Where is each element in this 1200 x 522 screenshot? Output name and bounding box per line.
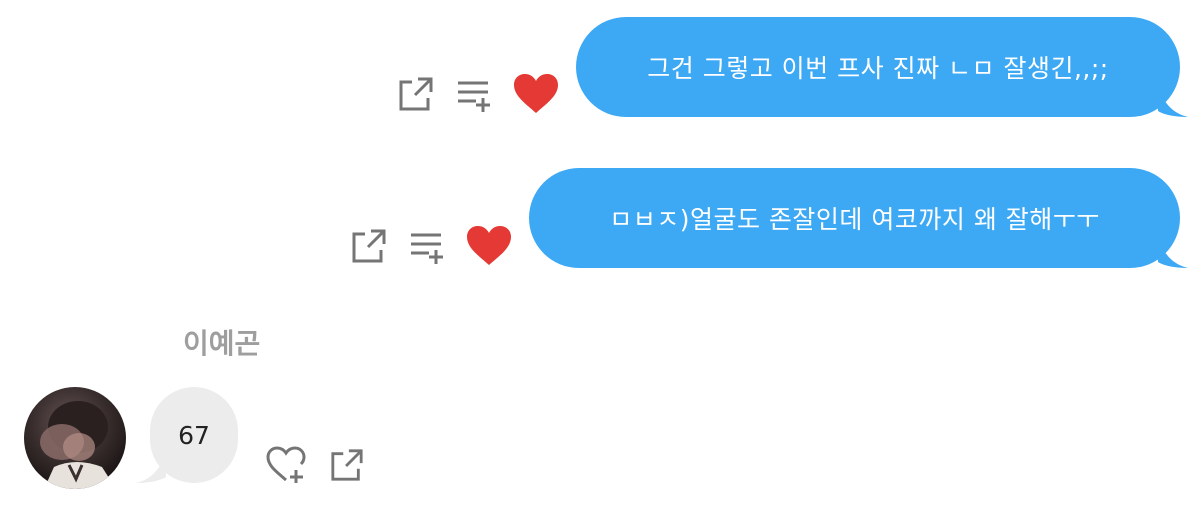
message-text: ㅁㅂㅈ)얼굴도 존잘인데 여코까지 왜 잘해ㅜㅜ — [609, 205, 1100, 234]
sender-name: 이예곤 — [183, 327, 261, 360]
add-to-playlist-icon[interactable] — [409, 228, 445, 264]
share-icon[interactable] — [398, 76, 434, 112]
heart-add-icon[interactable] — [266, 446, 306, 484]
message-actions-2 — [351, 226, 511, 266]
bubble-tail — [136, 453, 166, 483]
share-icon[interactable] — [351, 228, 387, 264]
message-text: 그건 그렇고 이번 프사 진짜 ㄴㅁ 잘생긴,,;; — [647, 54, 1109, 83]
outgoing-message-1[interactable]: 그건 그렇고 이번 프사 진짜 ㄴㅁ 잘생긴,,;; — [576, 17, 1188, 117]
incoming-message-actions — [266, 446, 364, 484]
heart-filled-icon[interactable] — [514, 74, 558, 114]
message-actions-1 — [398, 74, 558, 114]
avatar[interactable] — [24, 387, 126, 489]
heart-filled-icon[interactable] — [467, 226, 511, 266]
add-to-playlist-icon[interactable] — [456, 76, 492, 112]
bubble-tail — [1158, 87, 1188, 117]
outgoing-message-2[interactable]: ㅁㅂㅈ)얼굴도 존잘인데 여코까지 왜 잘해ㅜㅜ — [529, 168, 1188, 268]
share-icon[interactable] — [330, 448, 364, 482]
avatar-image — [40, 401, 116, 489]
bubble-tail — [1158, 238, 1188, 268]
message-text: 67 — [178, 420, 210, 450]
incoming-message[interactable]: 67 — [136, 387, 238, 483]
